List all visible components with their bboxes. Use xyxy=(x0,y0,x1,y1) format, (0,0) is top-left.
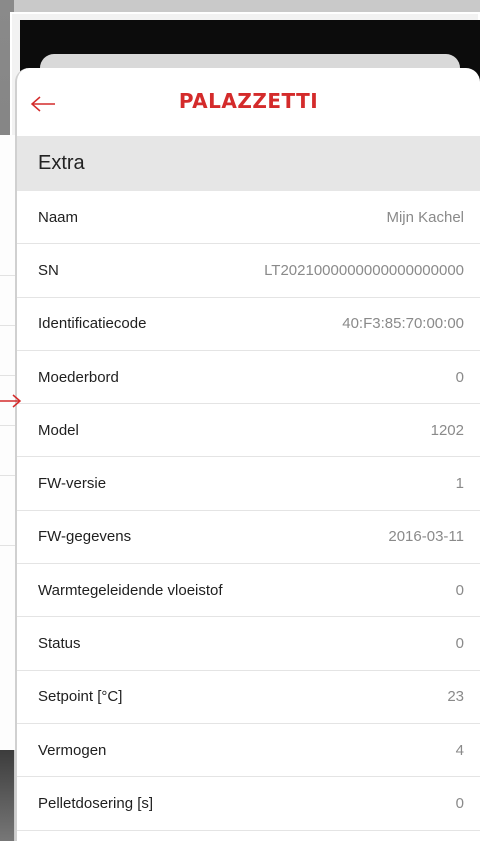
info-row-value: LT2021000000000000000000 xyxy=(264,261,464,279)
info-row-value: 0 xyxy=(455,368,464,386)
info-row-value: 0 xyxy=(455,581,464,599)
info-row-value: Mijn Kachel xyxy=(386,208,464,226)
info-row-value: 1 xyxy=(455,475,464,493)
info-row-value: 2016-03-11 xyxy=(388,528,464,546)
pointer-arrow-icon xyxy=(0,394,22,408)
info-row: FW-versie 1 xyxy=(17,457,480,511)
info-row: Setpoint [°C] 23 xyxy=(17,671,480,724)
info-row-label: Model xyxy=(38,421,79,439)
info-row-label: Pelletdosering [s] xyxy=(38,794,154,812)
info-row: Vermogen 4 xyxy=(17,724,480,778)
app-panel: PALAZZETTI Extra Naam Mijn Kachel SN LT2021… xyxy=(15,68,480,841)
info-row-value: 0 xyxy=(455,635,464,653)
info-row-label: Warmtegeleidende vloeistof xyxy=(38,581,223,599)
brand-logo: PALAZZETTI xyxy=(178,89,319,113)
info-row-value: 23 xyxy=(447,688,464,706)
section-title: Extra xyxy=(17,136,480,191)
info-row-label: Identificatiecode xyxy=(38,315,147,333)
info-row: Naam Mijn Kachel xyxy=(17,191,480,245)
background-dark-corner xyxy=(0,750,14,841)
info-row-label: SN xyxy=(38,261,59,279)
info-row-value: 4 xyxy=(455,741,464,759)
info-row: Status 0 xyxy=(17,617,480,671)
info-row: Model 1202 xyxy=(17,404,480,458)
info-row: FW-gegevens 2016-03-11 xyxy=(17,511,480,565)
info-row-label: Vermogen xyxy=(38,741,107,759)
app-header: PALAZZETTI xyxy=(17,68,480,136)
info-row: Moederbord 0 xyxy=(17,351,480,405)
info-row: Pelletdosering [s] 0 xyxy=(17,777,480,831)
info-row-label: Setpoint [°C] xyxy=(38,688,123,706)
info-row-label: Moederbord xyxy=(38,368,119,386)
info-row-label: Status xyxy=(38,635,81,653)
info-list: Naam Mijn Kachel SN LT202100000000000000000… xyxy=(17,191,480,831)
info-row-label: Naam xyxy=(38,208,79,226)
info-row-label: FW-versie xyxy=(38,475,107,493)
info-row: Warmtegeleidende vloeistof 0 xyxy=(17,564,480,618)
info-row-label: FW-gegevens xyxy=(38,528,132,546)
info-row: Identificatiecode 40:F3:85:70:00:00 xyxy=(17,298,480,351)
info-row-value: 1202 xyxy=(430,421,464,439)
info-row-value: 0 xyxy=(455,794,464,812)
info-row: SN LT2021000000000000000000 xyxy=(17,244,480,298)
info-row-value: 40:F3:85:70:00:00 xyxy=(342,315,464,333)
